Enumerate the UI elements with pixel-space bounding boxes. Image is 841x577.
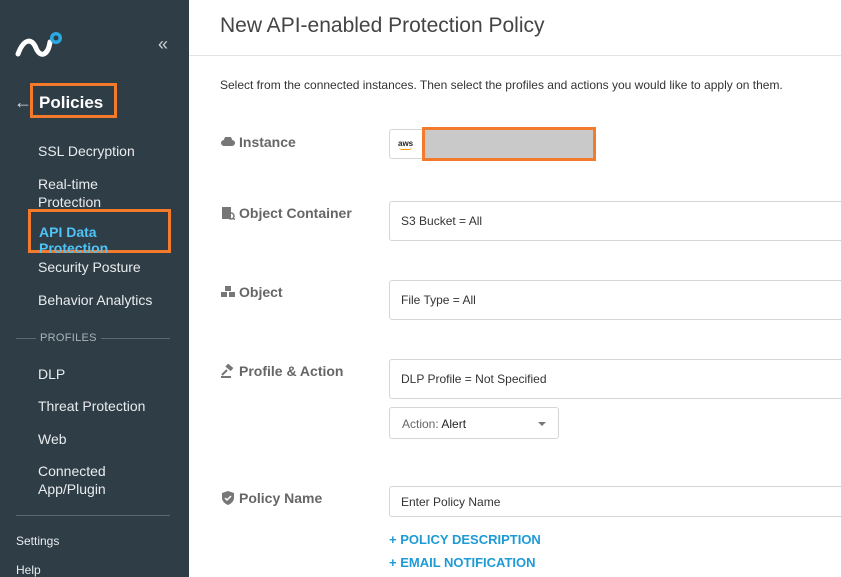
sidebar-item-connected-app[interactable]: Connected App/Plugin [38,462,106,498]
instance-value-redacted[interactable] [422,127,596,161]
sidebar-item-security-posture[interactable]: Security Posture [38,258,141,276]
sidebar-item-dlp[interactable]: DLP [38,365,65,383]
gavel-icon [220,364,236,378]
intro-text: Select from the connected instances. The… [220,78,783,92]
sidebar-item-help[interactable]: Help [16,563,41,577]
action-select[interactable]: Action: Alert [389,407,559,439]
action-select-value: Alert [441,417,467,431]
instance-label-text: Instance [239,134,296,150]
sidebar-item-realtime-protection[interactable]: Real-time Protection [38,175,101,211]
sidebar-divider [16,515,170,516]
cloud-icon [220,135,236,149]
policy-name-label: Policy Name [220,490,322,506]
policy-name-label-text: Policy Name [239,490,323,506]
sidebar-item-settings[interactable]: Settings [16,534,59,548]
collapse-sidebar-icon[interactable]: « [158,34,168,54]
sidebar: « ← Policies SSL Decryption Real-time Pr… [0,0,189,577]
container-icon [220,206,236,220]
sidebar-item-threat-protection[interactable]: Threat Protection [38,397,145,415]
sidebar-item-web[interactable]: Web [38,430,67,448]
page-header: New API-enabled Protection Policy [189,0,841,56]
object-container-label-text: Object Container [239,205,352,221]
shield-icon [220,491,236,505]
objects-icon [220,285,236,299]
object-field[interactable]: File Type = All [389,280,841,320]
object-label-text: Object [239,284,283,300]
chevron-down-icon [538,422,546,426]
profile-action-label-text: Profile & Action [239,363,344,379]
sidebar-item-api-data-protection[interactable]: API Data Protection [28,209,171,256]
object-label: Object [220,284,283,300]
action-select-key: Action: [402,417,439,431]
instance-label: Instance [220,134,296,150]
profiles-label-text: PROFILES [40,332,97,344]
section-divider [100,337,170,339]
profile-action-label: Profile & Action [220,363,344,379]
profiles-section-label: PROFILES [16,332,170,344]
object-container-field[interactable]: S3 Bucket = All [389,201,841,241]
add-policy-description-link[interactable]: + POLICY DESCRIPTION [389,532,541,547]
add-email-notification-link[interactable]: + EMAIL NOTIFICATION [389,555,536,570]
dlp-profile-field[interactable]: DLP Profile = Not Specified [389,359,841,399]
page-title: New API-enabled Protection Policy [220,14,545,37]
sidebar-item-ssl-decryption[interactable]: SSL Decryption [38,142,135,160]
policy-name-input[interactable] [389,486,841,517]
section-divider [16,337,36,339]
object-container-label: Object Container [220,205,352,221]
netskope-logo [15,32,62,57]
sidebar-item-behavior-analytics[interactable]: Behavior Analytics [38,291,152,309]
aws-smile-icon [399,147,412,150]
sidebar-title-policies: Policies [30,83,117,118]
